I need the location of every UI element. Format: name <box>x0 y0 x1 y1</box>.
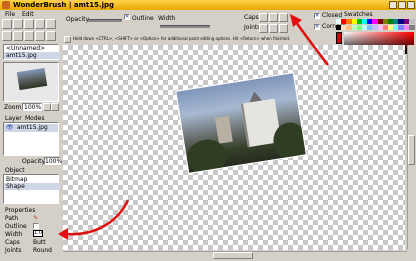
horizontal-scroll-thumb[interactable] <box>213 252 253 259</box>
insert-point-icon[interactable] <box>298 24 307 33</box>
fill-tool-icon[interactable] <box>35 31 45 41</box>
prop-outline-checkbox[interactable] <box>33 223 39 229</box>
help-bar: Hold down <CTRL>, <SHIFT> or <Option> fo… <box>62 36 334 44</box>
zoom-in-icon[interactable] <box>51 103 59 111</box>
zoom-out-icon[interactable] <box>43 103 51 111</box>
layer-list: 👁 amt15.jpg <box>3 122 59 156</box>
picker-tool-icon[interactable] <box>46 31 56 41</box>
horizontal-scrollbar[interactable] <box>63 251 407 260</box>
path-tool-icon[interactable] <box>298 13 307 22</box>
properties-label: Properties <box>5 207 36 214</box>
object-list: Bitmap Shape <box>3 174 60 204</box>
layer-row[interactable]: 👁 amt15.jpg <box>4 124 58 132</box>
document-item-unnamed[interactable]: <Unnamed> <box>6 45 45 52</box>
round-join-icon[interactable] <box>279 24 288 33</box>
joints-label: Joints <box>244 24 261 31</box>
tab-modes[interactable]: Modes <box>25 115 44 122</box>
prop-width-field[interactable]: 1.0 <box>33 230 43 237</box>
square-cap-icon[interactable] <box>269 13 278 22</box>
help-icon <box>64 36 71 43</box>
closed-checkbox[interactable]: ✕ <box>314 13 320 19</box>
navigator-preview[interactable] <box>3 62 59 102</box>
butt-cap-icon[interactable] <box>259 13 268 22</box>
transform-tool-icon[interactable] <box>24 31 34 41</box>
color-swatch[interactable] <box>408 19 415 24</box>
brush-tool-icon[interactable] <box>13 19 23 29</box>
eye-icon[interactable]: 👁 <box>6 124 14 131</box>
prop-caps-label: Caps <box>5 239 20 246</box>
object-item-shape[interactable]: Shape <box>4 183 60 190</box>
navigator-thumbnail <box>16 67 48 91</box>
close-button[interactable] <box>407 1 415 9</box>
layer-opacity-label: Opacity <box>22 158 46 165</box>
tool-options-bar: Opacity ✕ Outline Width Caps Joints <box>62 11 332 36</box>
prop-joints-value[interactable]: Round <box>33 247 52 254</box>
crop-tool-icon[interactable] <box>2 19 12 29</box>
app-icon <box>2 1 10 9</box>
help-text: Hold down <CTRL>, <SHIFT> or <Option> fo… <box>73 36 291 41</box>
corners-checkbox[interactable]: ✕ <box>314 24 320 30</box>
canvas[interactable] <box>63 45 405 250</box>
window-title: WonderBrush | amt15.jpg <box>13 1 115 9</box>
prop-joints-label: Joints <box>5 247 22 254</box>
outline-label: Outline <box>132 15 154 22</box>
menu-file[interactable]: File <box>5 11 15 18</box>
round-cap-icon[interactable] <box>279 13 288 22</box>
prop-width-label: Width <box>5 231 23 238</box>
vertical-scrollbar[interactable] <box>407 45 416 250</box>
object-item-bitmap[interactable]: Bitmap <box>6 176 27 183</box>
document-list: <Unnamed> amt15.jpg <box>3 44 60 60</box>
width-slider[interactable] <box>160 25 210 28</box>
tab-layer[interactable]: Layer <box>5 115 22 122</box>
select-tool-icon[interactable] <box>13 31 23 41</box>
current-color-swatch[interactable] <box>336 32 342 44</box>
opacity-label: Opacity <box>66 16 90 23</box>
tab-object[interactable]: Object <box>5 167 25 174</box>
prop-caps-value[interactable]: Butt <box>33 239 46 246</box>
color-swatch[interactable] <box>408 25 415 30</box>
zoom-button[interactable] <box>398 1 406 9</box>
miter-join-icon[interactable] <box>259 24 268 33</box>
eraser-tool-icon[interactable] <box>35 19 45 29</box>
layer-name: amt15.jpg <box>17 124 48 131</box>
photo-layer[interactable] <box>175 72 307 174</box>
prop-outline-label: Outline <box>5 223 27 230</box>
layer-opacity-field[interactable]: 100% <box>44 157 62 165</box>
bevel-join-icon[interactable] <box>269 24 278 33</box>
vertical-scroll-thumb[interactable] <box>408 135 415 165</box>
zoom-value-field[interactable]: 100% <box>22 103 42 111</box>
opacity-slider[interactable] <box>88 19 122 22</box>
photo-tower <box>214 115 233 144</box>
prop-path-label: Path <box>5 215 19 222</box>
pen-tool-icon[interactable] <box>24 19 34 29</box>
properties-list: Path ∿ Outline Width 1.0 Caps Butt Joint… <box>3 214 59 258</box>
swatches-label: Swatches <box>344 11 373 18</box>
menu-bar: File Edit <box>0 10 60 19</box>
caps-label: Caps <box>244 14 259 21</box>
title-bar[interactable]: WonderBrush | amt15.jpg <box>0 0 416 10</box>
minimize-button[interactable] <box>389 1 397 9</box>
document-item-amt15[interactable]: amt15.jpg <box>4 52 60 59</box>
outline-checkbox[interactable]: ✕ <box>124 14 130 20</box>
width-label: Width <box>158 15 176 22</box>
text-tool-icon[interactable] <box>46 19 56 29</box>
path-icon: ∿ <box>33 214 39 221</box>
tool-palette <box>2 19 60 43</box>
shape-tool-icon[interactable] <box>2 31 12 41</box>
menu-edit[interactable]: Edit <box>22 11 34 18</box>
zoom-label: Zoom <box>4 104 22 111</box>
swatch-row-2 <box>336 25 415 31</box>
